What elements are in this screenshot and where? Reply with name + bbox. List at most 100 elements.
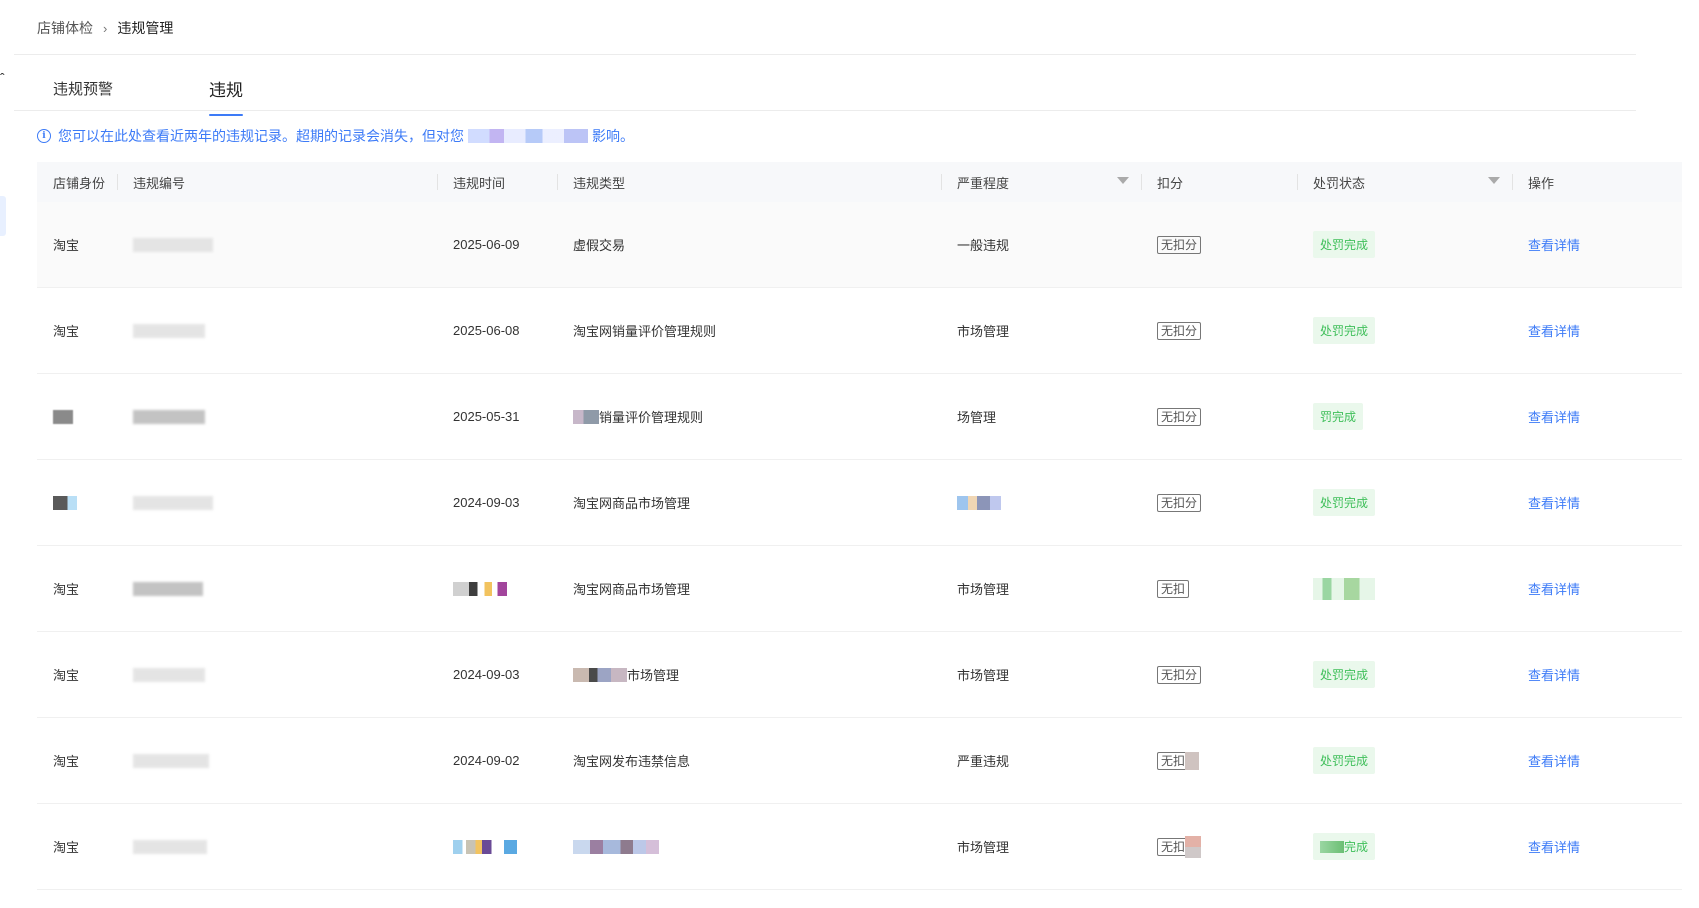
redacted-mosaic [573,667,627,682]
cell-deduction: 无扣 [1141,804,1297,889]
type-text: 市场管理 [627,668,680,683]
cell-severity: 严重违规 [957,754,1010,769]
deduction-tag: 无扣分 [1157,493,1202,512]
view-details-link[interactable]: 查看详情 [1528,235,1580,254]
view-details-link[interactable]: 查看详情 [1528,665,1580,684]
cell-time: 2025-06-08 [453,323,520,338]
table-row: 淘宝 市场管理 无扣 完成 查看详情 [37,804,1682,890]
cell-identity: 淘宝 [53,668,80,683]
cell-severity [941,460,1141,545]
header-identity: 店铺身份 [53,175,106,191]
cell-action: 查看详情 [1512,460,1682,545]
status-badge: 处罚完成 [1313,489,1376,516]
cell-deduction: 无扣分 [1141,632,1297,717]
redacted-id [133,409,205,424]
cell-status: 处罚完成 [1297,288,1512,373]
table-row: 淘宝 2024-09-02 淘宝网发布违禁信息 严重违规 无扣 处罚完成 查看详… [37,718,1682,804]
cell-deduction: 无扣 [1141,546,1297,631]
cell-type: 淘宝网发布违禁信息 [573,754,691,769]
cell-deduction: 无扣分 [1141,374,1297,459]
header-type: 违规类型 [557,162,941,202]
cell-action: 查看详情 [1512,374,1682,459]
cell-type: 淘宝网销量评价管理规则 [573,324,717,339]
view-details-link[interactable]: 查看详情 [1528,751,1580,770]
info-icon: i [37,129,51,143]
header-status-label: 处罚状态 [1313,175,1366,191]
side-nav-indicator [0,196,6,236]
cell-action: 查看详情 [1512,632,1682,717]
redacted-id [133,667,205,682]
cell-type: 虚假交易 [573,238,626,253]
cell-id [117,202,437,287]
header-action: 操作 [1512,162,1682,202]
cell-time: 2025-05-31 [453,409,520,424]
cell-deduction: 无扣分 [1141,460,1297,545]
cell-identity: 淘宝 [53,238,80,253]
view-details-link[interactable]: 查看详情 [1528,837,1580,856]
table-row: 淘宝 2024-09-03 市场管理 市场管理 无扣分 处罚完成 查看详情 [37,632,1682,718]
cell-status: 完成 [1297,804,1512,889]
header-time: 违规时间 [437,162,557,202]
redacted-id [133,237,213,252]
header-status[interactable]: 处罚状态 [1297,162,1512,202]
cell-action: 查看详情 [1512,288,1682,373]
table-row: 淘宝 2025-06-09 虚假交易 一般违规 无扣分 处罚完成 查看详情 [37,202,1682,288]
cell-id [117,804,437,889]
cell-severity: 市场管理 [957,668,1010,683]
cell-id [117,288,437,373]
table-row: 2025-05-31 销量评价管理规则 场管理 无扣分 罚完成 查看详情 [37,374,1682,460]
deduction-tag: 无扣分 [1157,235,1202,254]
chevron-right-icon: › [103,20,108,36]
cell-severity: 市场管理 [957,840,1010,855]
redacted-status [1313,577,1375,600]
filter-icon[interactable] [1117,177,1129,184]
cell-time: 2024-09-03 [453,495,520,510]
cell-action: 查看详情 [1512,804,1682,889]
cell-id [117,546,437,631]
cell-deduction: 无扣 [1141,718,1297,803]
redacted-mosaic [453,581,507,596]
redacted-identity [53,409,73,424]
notice-text-after: 影响。 [592,128,634,144]
tab-violations[interactable]: 违规 [193,70,259,116]
cell-action: 查看详情 [1512,546,1682,631]
deduction-tag: 无扣分 [1157,321,1202,340]
view-details-link[interactable]: 查看详情 [1528,579,1580,598]
status-badge: 处罚完成 [1313,747,1376,774]
status-badge: 处罚完成 [1313,231,1376,258]
cell-identity [37,374,117,459]
status-badge: 罚完成 [1313,403,1364,430]
cell-type: 淘宝网商品市场管理 [573,582,691,597]
cell-id [117,632,437,717]
filter-icon[interactable] [1488,177,1500,184]
status-badge: 处罚完成 [1313,661,1376,688]
header-severity[interactable]: 严重程度 [941,162,1141,202]
redacted-id [133,323,205,338]
deduction-tag: 无扣分 [1157,407,1202,426]
view-details-link[interactable]: 查看详情 [1528,407,1580,426]
cell-status: 处罚完成 [1297,202,1512,287]
cell-time [437,804,557,889]
view-details-link[interactable]: 查看详情 [1528,493,1580,512]
cell-severity: 场管理 [957,410,997,425]
view-details-link[interactable]: 查看详情 [1528,321,1580,340]
table-row: 2024-09-03 淘宝网商品市场管理 无扣分 处罚完成 查看详情 [37,460,1682,546]
breadcrumb-parent[interactable]: 店铺体检 [37,18,93,38]
notice-text-before: 您可以在此处查看近两年的违规记录。超期的记录会消失，但对您 [58,128,464,144]
tab-divider [14,110,1636,111]
redacted-mosaic [1185,835,1202,858]
cell-identity [37,460,117,545]
collapse-caret-icon[interactable]: ˆ [0,70,5,86]
cell-time: 2024-09-03 [453,667,520,682]
tab-violation-warning[interactable]: 违规预警 [37,70,129,112]
cell-type: 市场管理 [557,632,941,717]
deduction-tag: 无扣 [1157,579,1190,598]
table-row: 淘宝 淘宝网商品市场管理 市场管理 无扣 查看详情 [37,546,1682,632]
cell-id [117,460,437,545]
status-text: 完成 [1344,840,1369,854]
cell-time [437,546,557,631]
redacted-mosaic [468,129,588,143]
cell-status: 处罚完成 [1297,718,1512,803]
header-deduction: 扣分 [1141,162,1297,202]
cell-type [557,804,941,889]
